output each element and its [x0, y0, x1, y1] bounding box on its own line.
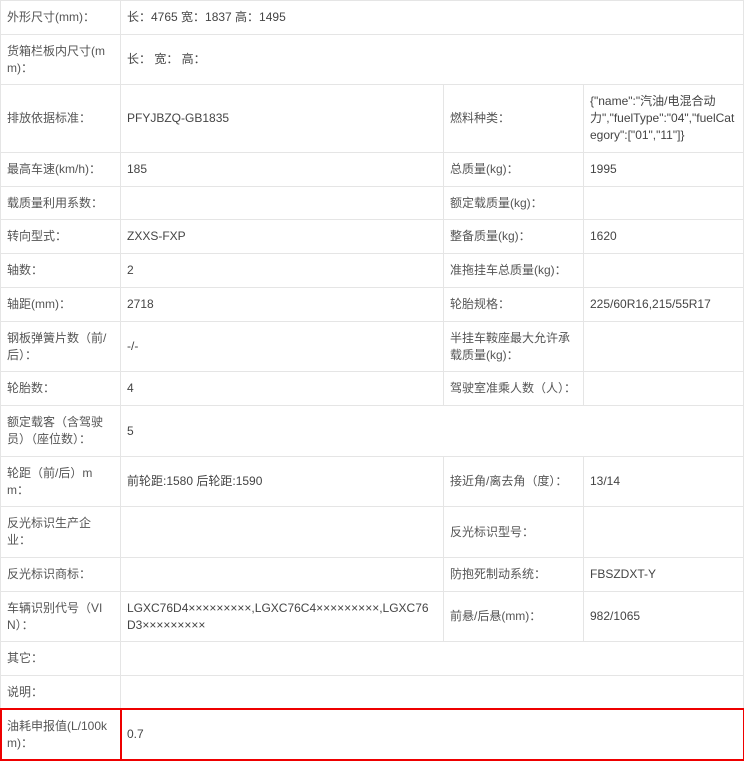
row-label-left: 排放依据标准：	[1, 85, 121, 152]
row-value-right	[583, 321, 743, 372]
row-label-left: 其它：	[1, 642, 121, 676]
row-value-left: -/-	[121, 321, 444, 372]
table-row: 反光标识生产企业： 反光标识型号：	[1, 507, 744, 558]
row-label-right: 前悬/后悬(mm)：	[443, 591, 583, 642]
row-label-left: 车辆识别代号（VIN）：	[1, 591, 121, 642]
row-label-left: 货箱栏板内尺寸(mm)：	[1, 34, 121, 85]
row-label-right: 燃料种类：	[443, 85, 583, 152]
table-row: 额定载客（含驾驶员）（座位数）：5	[1, 406, 744, 457]
table-row: 说明：	[1, 676, 744, 710]
table-row: 轴距(mm)：2718轮胎规格：225/60R16,215/55R17	[1, 287, 744, 321]
row-value-left: 4	[121, 372, 444, 406]
row-label-right: 轮胎规格：	[443, 287, 583, 321]
table-row: 其它：	[1, 642, 744, 676]
table-row: 外形尺寸(mm)：长：4765 宽：1837 高：1495	[1, 1, 744, 35]
row-label-left: 油耗申报值(L/100km)：	[1, 709, 121, 760]
row-label-right: 驾驶室准乘人数（人）：	[443, 372, 583, 406]
row-value-full	[121, 642, 744, 676]
row-value-full: 长： 宽： 高：	[121, 34, 744, 85]
row-value-left: 2718	[121, 287, 444, 321]
row-value-left: 2	[121, 254, 444, 288]
row-value-left	[121, 186, 444, 220]
table-row: 转向型式：ZXXS-FXP整备质量(kg)：1620	[1, 220, 744, 254]
table-row: 轴数：2准拖挂车总质量(kg)：	[1, 254, 744, 288]
table-row: 油耗申报值(L/100km)：0.7	[1, 709, 744, 760]
table-row: 载质量利用系数： 额定载质量(kg)：	[1, 186, 744, 220]
row-value-left: LGXC76D4×××××××××,LGXC76C4×××××××××,LGXC…	[121, 591, 444, 642]
row-label-right: 半挂车鞍座最大允许承载质量(kg)：	[443, 321, 583, 372]
row-label-right: 反光标识型号：	[443, 507, 583, 558]
row-value-left: PFYJBZQ-GB1835	[121, 85, 444, 152]
row-value-right	[583, 186, 743, 220]
row-label-left: 转向型式：	[1, 220, 121, 254]
row-value-right: 225/60R16,215/55R17	[583, 287, 743, 321]
row-label-left: 轮距（前/后）mm：	[1, 456, 121, 507]
row-label-left: 反光标识生产企业：	[1, 507, 121, 558]
row-label-right: 准拖挂车总质量(kg)：	[443, 254, 583, 288]
row-value-left: 前轮距:1580 后轮距:1590	[121, 456, 444, 507]
row-value-full: 0.7	[121, 709, 744, 760]
row-label-right: 总质量(kg)：	[443, 152, 583, 186]
row-label-left: 轮胎数：	[1, 372, 121, 406]
row-value-full	[121, 676, 744, 710]
row-value-right: {"name":"汽油/电混合动力","fuelType":"04","fuel…	[583, 85, 743, 152]
row-value-right: 13/14	[583, 456, 743, 507]
row-label-right: 额定载质量(kg)：	[443, 186, 583, 220]
row-label-left: 轴数：	[1, 254, 121, 288]
spec-table: 外形尺寸(mm)：长：4765 宽：1837 高：1495货箱栏板内尺寸(mm)…	[0, 0, 744, 761]
row-label-left: 最高车速(km/h)：	[1, 152, 121, 186]
row-value-right: 982/1065	[583, 591, 743, 642]
table-row: 钢板弹簧片数（前/后）：-/-半挂车鞍座最大允许承载质量(kg)：	[1, 321, 744, 372]
table-row: 最高车速(km/h)：185总质量(kg)：1995	[1, 152, 744, 186]
row-value-full: 5	[121, 406, 744, 457]
row-value-left	[121, 507, 444, 558]
row-label-left: 说明：	[1, 676, 121, 710]
table-row: 反光标识商标： 防抱死制动系统：FBSZDXT-Y	[1, 557, 744, 591]
row-value-left: 185	[121, 152, 444, 186]
row-value-right	[583, 254, 743, 288]
row-label-left: 轴距(mm)：	[1, 287, 121, 321]
row-label-left: 载质量利用系数：	[1, 186, 121, 220]
row-value-right: 1995	[583, 152, 743, 186]
table-row: 车辆识别代号（VIN）：LGXC76D4×××××××××,LGXC76C4××…	[1, 591, 744, 642]
row-label-right: 整备质量(kg)：	[443, 220, 583, 254]
row-value-right: 1620	[583, 220, 743, 254]
table-row: 排放依据标准：PFYJBZQ-GB1835燃料种类：{"name":"汽油/电混…	[1, 85, 744, 152]
row-label-left: 外形尺寸(mm)：	[1, 1, 121, 35]
row-value-left	[121, 557, 444, 591]
table-row: 轮胎数：4驾驶室准乘人数（人）：	[1, 372, 744, 406]
row-value-left: ZXXS-FXP	[121, 220, 444, 254]
row-value-right: FBSZDXT-Y	[583, 557, 743, 591]
row-label-left: 额定载客（含驾驶员）（座位数）：	[1, 406, 121, 457]
row-value-full: 长：4765 宽：1837 高：1495	[121, 1, 744, 35]
row-label-left: 钢板弹簧片数（前/后）：	[1, 321, 121, 372]
table-row: 轮距（前/后）mm：前轮距:1580 后轮距:1590接近角/离去角（度）：13…	[1, 456, 744, 507]
row-value-right	[583, 507, 743, 558]
row-label-right: 防抱死制动系统：	[443, 557, 583, 591]
row-value-right	[583, 372, 743, 406]
row-label-right: 接近角/离去角（度）：	[443, 456, 583, 507]
table-row: 货箱栏板内尺寸(mm)：长： 宽： 高：	[1, 34, 744, 85]
row-label-left: 反光标识商标：	[1, 557, 121, 591]
